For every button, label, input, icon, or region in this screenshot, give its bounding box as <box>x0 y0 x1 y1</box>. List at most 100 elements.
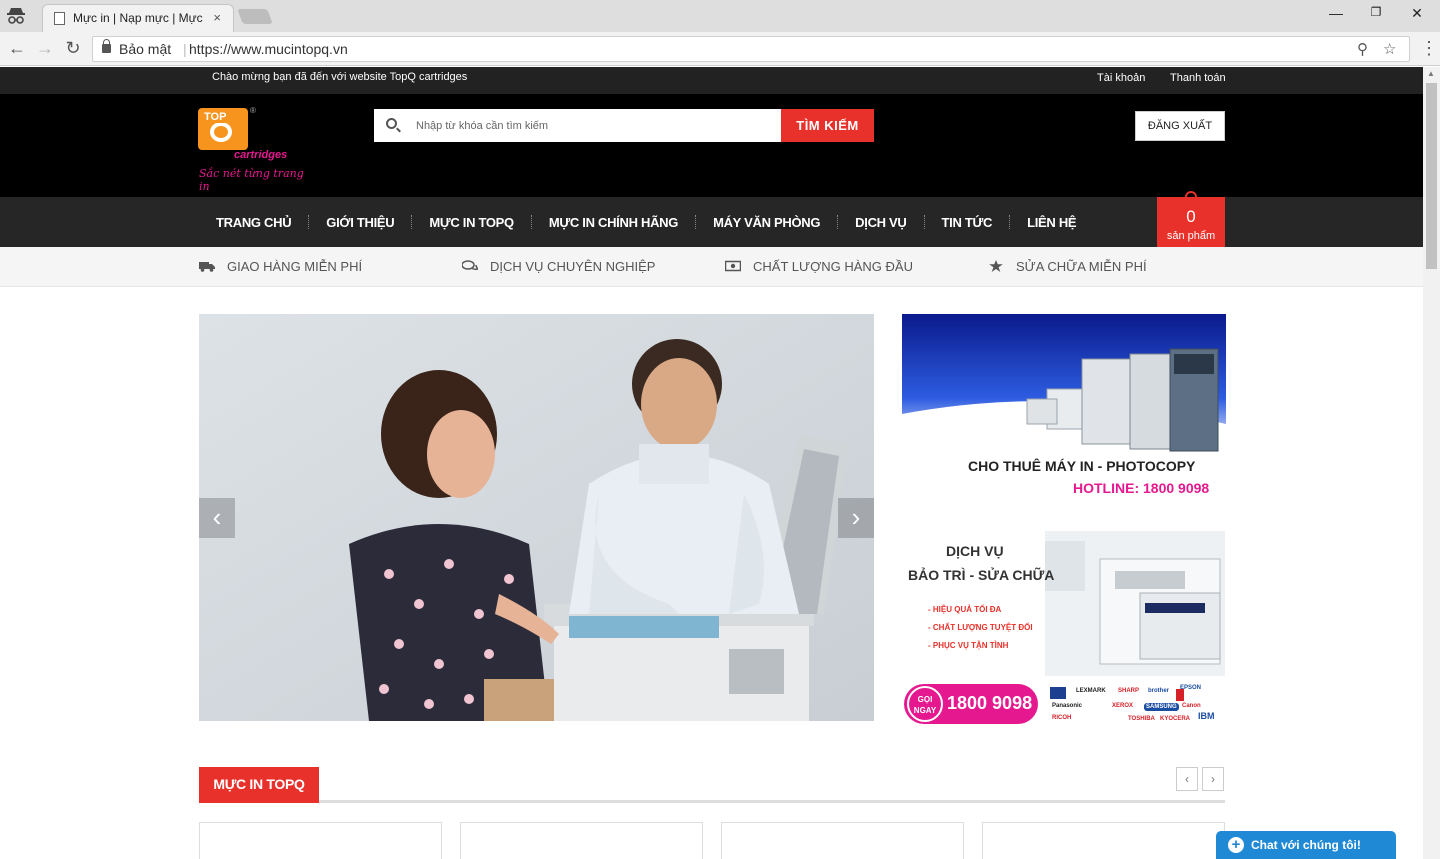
section-prev-button[interactable]: ‹ <box>1176 767 1198 791</box>
tab-title: Mực in | Nạp mực | Mực <box>73 11 203 25</box>
brand-logo: Panasonic <box>1052 703 1083 709</box>
feature-top-quality: CHẤT LƯỢNG HÀNG ĐẦU <box>725 259 913 274</box>
main-navigation: TRANG CHỦ GIỚI THIỆU MỰC IN TOPQ MỰC IN … <box>0 191 1423 247</box>
nav-item-news[interactable]: TIN TỨC <box>925 215 1010 230</box>
banner-office-printer-image <box>1045 531 1225 676</box>
checkout-link[interactable]: Thanh toán <box>1170 72 1226 84</box>
page-scrollbar[interactable]: ▲ <box>1423 67 1440 859</box>
chat-plus-icon: + <box>1228 837 1244 853</box>
call-now-label: GỌI <box>917 695 933 704</box>
brand-logo: RICOH <box>1052 715 1072 721</box>
forward-button[interactable]: → <box>34 37 56 59</box>
call-now-number: 1800 9098 <box>947 693 1033 713</box>
repair-service-banner[interactable]: DỊCH VỤ BẢO TRÌ - SỬA CHỮA - HIỆU QUẢ TỐ… <box>902 531 1226 724</box>
nav-item-contact[interactable]: LIÊN HỆ <box>1010 215 1093 230</box>
cart-label: sản phẩm <box>1166 230 1216 242</box>
new-tab-button[interactable] <box>237 9 273 24</box>
brand-logo: Canon <box>1182 703 1201 709</box>
security-label: Bảo mật <box>119 41 172 57</box>
brand-logo: KYOCERA <box>1160 716 1191 722</box>
close-window-button[interactable]: ✕ <box>1407 5 1427 22</box>
brand-logo: SAMSUNG <box>1144 703 1179 711</box>
feature-label: GIAO HÀNG MIỄN PHÍ <box>227 259 363 274</box>
rental-banner[interactable]: CHO THUÊ MÁY IN - PHOTOCOPY HOTLINE: 180… <box>902 314 1226 502</box>
account-link[interactable]: Tài khoản <box>1097 72 1145 84</box>
cart-button[interactable]: 0 sản phẩm <box>1157 191 1225 247</box>
star-icon <box>989 260 1003 272</box>
hero-slide-image <box>199 314 874 721</box>
banknote-icon <box>725 260 741 272</box>
section-next-button[interactable]: › <box>1202 767 1224 791</box>
scroll-up-icon[interactable]: ▲ <box>1427 69 1435 78</box>
url-text[interactable]: https://www.mucintopq.vn <box>189 41 348 57</box>
logo-slogan: Sắc nét từng trang in <box>199 167 304 193</box>
repair-banner-bullet: - HIỆU QUẢ TỐI ĐA <box>928 605 1002 614</box>
minimize-button[interactable]: — <box>1326 5 1346 21</box>
slider-prev-button[interactable]: ‹ <box>199 498 235 538</box>
hero-slider[interactable]: ‹ › <box>199 314 874 721</box>
logo-q-mark <box>210 122 232 142</box>
hp-logo <box>1050 687 1066 699</box>
cart-bag-icon <box>1185 191 1197 200</box>
logo-top-text: TOP <box>204 111 227 123</box>
bookmark-star-icon[interactable]: ☆ <box>1383 40 1396 58</box>
logo-registered: ® <box>250 106 256 115</box>
rental-banner-title: CHO THUÊ MÁY IN - PHOTOCOPY <box>968 458 1196 474</box>
browser-menu-icon[interactable]: ⋮ <box>1420 38 1438 58</box>
nav-item-home[interactable]: TRANG CHỦ <box>199 215 308 230</box>
back-button[interactable]: ← <box>6 37 28 59</box>
search-button[interactable]: TÌM KIẾM <box>781 109 874 142</box>
chat-bubbles-icon <box>462 260 478 271</box>
incognito-icon <box>7 8 25 24</box>
product-card[interactable] <box>721 822 964 859</box>
reload-button[interactable]: ↻ <box>62 37 84 59</box>
product-card[interactable] <box>199 822 442 859</box>
address-bar[interactable]: Bảo mật | https://www.mucintopq.vn ⚲ ☆ <box>92 36 1410 62</box>
lock-icon <box>102 39 111 53</box>
repair-banner-subtitle: BẢO TRÌ - SỬA CHỮA <box>908 567 1055 583</box>
call-now-circle: GỌI NGAY <box>907 686 943 722</box>
feature-free-repair: SỬA CHỮA MIỄN PHÍ <box>988 259 1147 274</box>
brand-logo: brother <box>1148 688 1169 694</box>
search-icon <box>386 118 397 129</box>
browser-tab-strip: Mực in | Nạp mực | Mực × — ❐ ✕ <box>0 0 1440 32</box>
truck-icon <box>199 262 215 272</box>
product-card[interactable] <box>982 822 1225 859</box>
ricoh-mark <box>1176 689 1184 701</box>
chat-label: Chat với chúng tôi! <box>1251 838 1361 852</box>
site-topbar: Chào mừng bạn đã đến với website TopQ ca… <box>0 67 1423 94</box>
zoom-icon[interactable]: ⚲ <box>1357 40 1368 58</box>
logo-brand-text: cartridges <box>234 149 288 161</box>
call-now-label: NGAY <box>913 706 937 715</box>
nav-item-office-machines[interactable]: MÁY VĂN PHÒNG <box>696 215 837 230</box>
call-now-badge[interactable]: GỌI NGAY 1800 9098 <box>904 684 1038 724</box>
rental-banner-hotline: HOTLINE: 1800 9098 <box>1073 480 1210 496</box>
site-header: TOP ® cartridges Sắc nét từng trang in T… <box>0 94 1423 197</box>
feature-label: DỊCH VỤ CHUYÊN NGHIỆP <box>490 259 656 274</box>
close-tab-icon[interactable]: × <box>213 10 221 25</box>
scroll-thumb[interactable] <box>1426 83 1437 269</box>
cart-count: 0 <box>1186 207 1196 226</box>
nav-item-topq-ink[interactable]: MỰC IN TOPQ <box>412 215 531 230</box>
repair-banner-title: DỊCH VỤ <box>946 543 1004 559</box>
section-title[interactable]: MỰC IN TOPQ <box>199 767 319 803</box>
feature-label: SỬA CHỮA MIỄN PHÍ <box>1016 259 1147 274</box>
feature-professional-service: DỊCH VỤ CHUYÊN NGHIỆP <box>462 259 655 274</box>
search-input[interactable] <box>406 109 776 142</box>
banner-printers-image <box>902 314 1226 454</box>
slider-next-button[interactable]: › <box>838 498 874 538</box>
browser-tab[interactable]: Mực in | Nạp mực | Mực × <box>42 4 234 32</box>
chat-widget-button[interactable]: + Chat với chúng tôi! <box>1216 831 1396 859</box>
nav-item-services[interactable]: DỊCH VỤ <box>838 215 923 230</box>
product-card[interactable] <box>460 822 703 859</box>
feature-free-shipping: GIAO HÀNG MIỄN PHÍ <box>199 259 362 274</box>
restore-button[interactable]: ❐ <box>1366 5 1386 19</box>
site-logo[interactable]: TOP ® cartridges Sắc nét từng trang in <box>198 106 308 193</box>
nav-item-about[interactable]: GIỚI THIỆU <box>309 215 411 230</box>
logout-button[interactable]: ĐĂNG XUẤT <box>1135 111 1225 141</box>
brand-logo: XEROX <box>1112 703 1134 709</box>
nav-item-genuine-ink[interactable]: MỰC IN CHÍNH HÃNG <box>532 215 695 230</box>
repair-banner-bullet: - PHỤC VỤ TẬN TÌNH <box>928 641 1009 650</box>
feature-label: CHẤT LƯỢNG HÀNG ĐẦU <box>753 259 913 274</box>
separator: | <box>183 41 187 57</box>
